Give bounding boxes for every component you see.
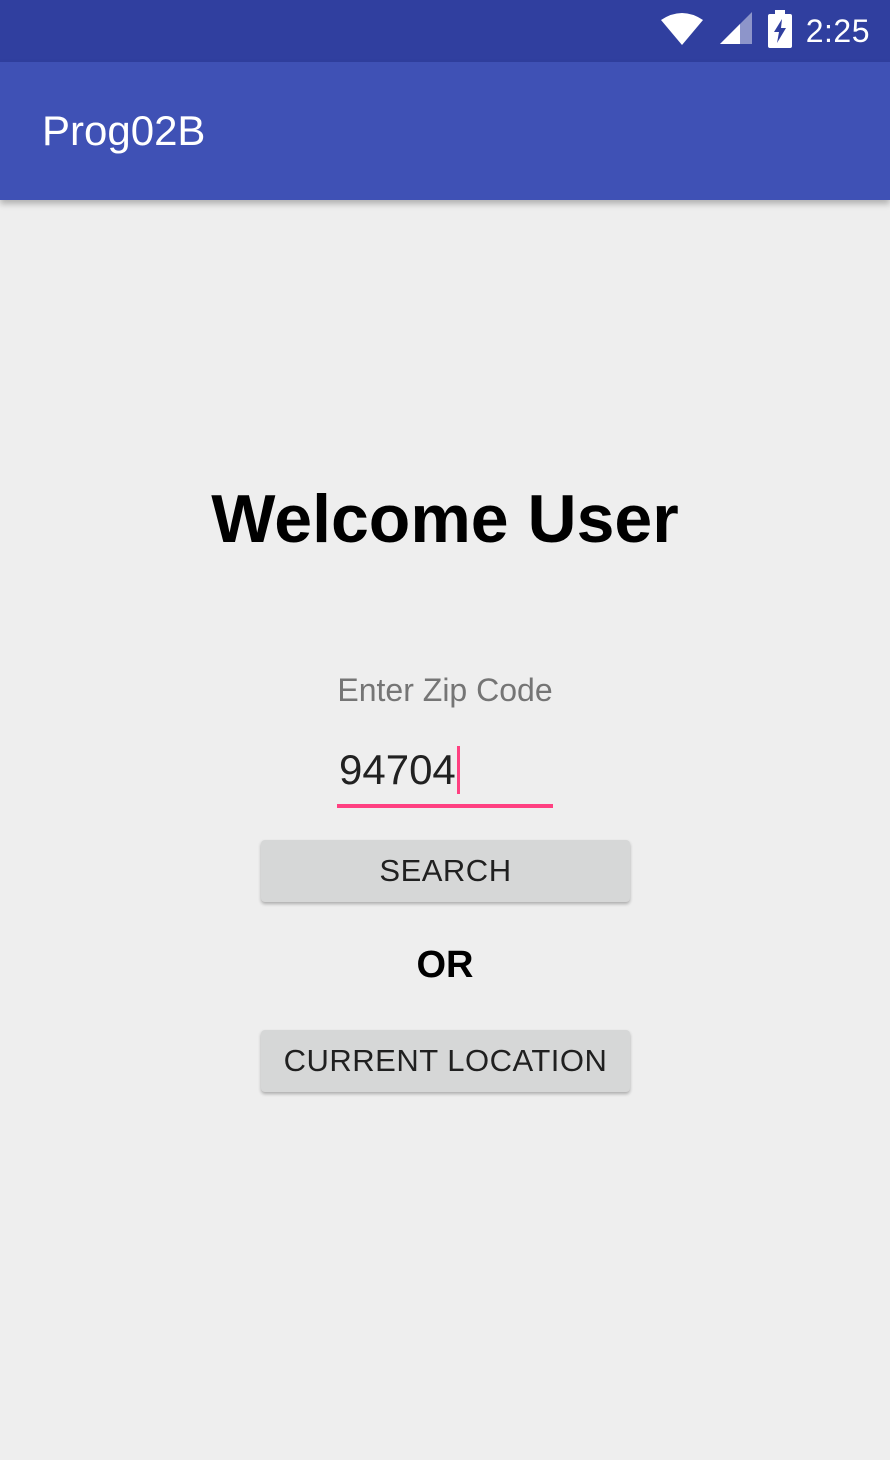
battery-charging-icon — [767, 9, 792, 53]
app-bar: Prog02B — [0, 62, 890, 200]
current-location-button[interactable]: CURRENT LOCATION — [261, 1030, 630, 1092]
search-button[interactable]: SEARCH — [261, 840, 630, 902]
app-title: Prog02B — [42, 107, 206, 154]
zip-code-label: Enter Zip Code — [337, 672, 553, 708]
cell-signal-icon — [718, 11, 754, 51]
or-separator: OR — [416, 944, 474, 986]
zip-code-value: 94704 — [339, 746, 456, 793]
status-bar: 2:25 — [0, 0, 890, 62]
welcome-heading: Welcome User — [211, 481, 679, 557]
zip-code-value-wrap: 94704 — [339, 746, 460, 794]
status-icons: 2:25 — [660, 0, 870, 62]
zip-code-input[interactable]: 94704 — [337, 740, 553, 808]
wifi-icon — [660, 12, 704, 51]
status-time: 2:25 — [805, 12, 870, 49]
zip-code-underline — [337, 804, 553, 808]
app-screen: 2:25 Prog02B Welcome User Enter Zip Code… — [0, 0, 890, 1460]
text-cursor — [456, 746, 460, 794]
